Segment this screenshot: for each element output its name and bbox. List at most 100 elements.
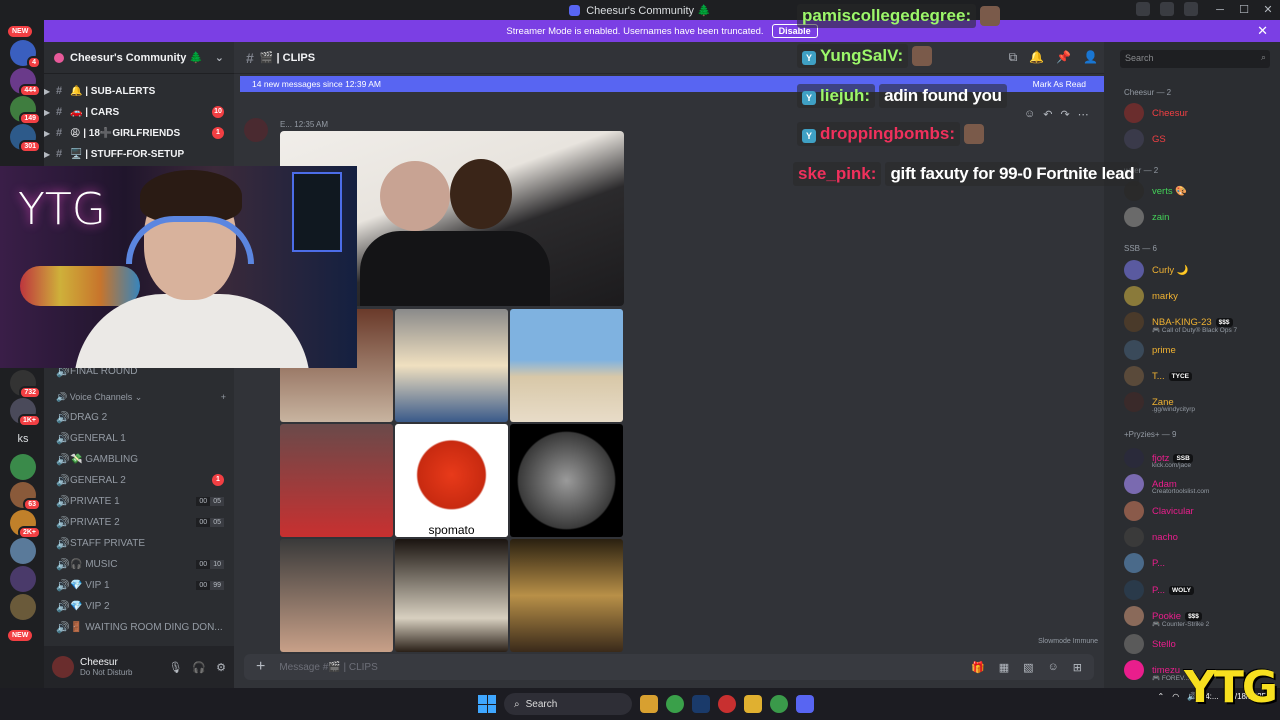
attachment-image[interactable] — [395, 539, 508, 652]
server-icon[interactable]: 149 — [10, 96, 41, 125]
attachment-image[interactable] — [280, 539, 393, 652]
member-item[interactable]: prime — [1124, 339, 1276, 361]
emoji-icon[interactable]: ☺ — [1048, 661, 1059, 674]
server-icon[interactable] — [10, 454, 36, 480]
member-item[interactable]: Curly 🌙 — [1124, 259, 1276, 281]
attachment-image[interactable] — [510, 309, 623, 422]
download-icon[interactable] — [1184, 2, 1198, 16]
voice-channel[interactable]: 🔊 STAFF PRIVATE — [44, 533, 234, 553]
gift-icon[interactable]: 🎁 — [971, 661, 985, 674]
username: Cheesur — [80, 657, 118, 668]
attachment-image[interactable] — [280, 424, 393, 537]
member-item[interactable]: P... WOLY — [1124, 579, 1276, 601]
member-item[interactable]: Pookie $$$ 🎮 Counter-Strike 2 — [1124, 605, 1276, 628]
apps-icon[interactable]: ⊞ — [1073, 661, 1082, 674]
photo-subject — [360, 231, 550, 306]
speaker-icon: 🔊 — [56, 558, 70, 571]
member-item[interactable]: zain — [1124, 206, 1276, 228]
member-item[interactable]: NBA-KING-23 $$$ 🎮 Call of Duty® Black Ops … — [1124, 311, 1276, 334]
member-item[interactable]: T... TYCE — [1124, 365, 1276, 387]
upload-icon[interactable]: + — [256, 658, 265, 676]
channel-item[interactable]: ▶ # 🖥️ | STUFF-FOR-SETUP — [44, 144, 234, 164]
chat-line: pamiscollegedegree: — [797, 4, 1001, 28]
server-icon[interactable]: 732 — [10, 370, 41, 399]
server-icon-ks[interactable]: ks — [10, 426, 36, 452]
app-icon[interactable] — [640, 695, 658, 713]
avatar[interactable] — [52, 656, 74, 678]
voice-channel[interactable]: 🔊 🚪 WAITING ROOM DING DON... — [44, 617, 234, 637]
app-icon[interactable] — [718, 695, 736, 713]
close-window-icon[interactable]: ✕ — [1256, 0, 1280, 20]
member-item[interactable]: Clavicular — [1124, 500, 1276, 522]
voice-channel[interactable]: 🔊 PRIVATE 1 00 05 — [44, 491, 234, 511]
tray-chevron-icon[interactable]: ⌃ — [1158, 692, 1165, 701]
member-item[interactable]: fjotz SSB kick.com/jace — [1124, 447, 1276, 469]
member-item[interactable]: marky — [1124, 285, 1276, 307]
windows-start-icon[interactable] — [478, 695, 496, 713]
voice-channel[interactable]: 🔊 DRAG 2 — [44, 407, 234, 427]
voice-channel-label: 💎 VIP 2 — [70, 600, 110, 612]
occupancy-limit: 05 — [210, 496, 224, 506]
discord-icon[interactable] — [796, 695, 814, 713]
member-name: Curly 🌙 — [1152, 264, 1189, 276]
voice-channel[interactable]: 🔊 💎 VIP 1 00 99 — [44, 575, 234, 595]
sticker-icon[interactable]: ▧ — [1023, 661, 1033, 674]
server-header[interactable]: Cheesur's Community 🌲 ⌄ — [44, 42, 234, 74]
member-item[interactable]: Stello — [1124, 633, 1276, 655]
attachment-image[interactable] — [395, 309, 508, 422]
attachment-image[interactable] — [510, 539, 623, 652]
channel-item[interactable]: ▶ # 🚗 | CARS 10 — [44, 102, 234, 122]
gif-icon[interactable]: ▦ — [999, 661, 1009, 674]
avatar[interactable] — [244, 118, 268, 142]
member-name: P... — [1152, 557, 1166, 569]
server-icon[interactable]: 1K+ — [10, 398, 41, 427]
gear-icon[interactable]: ⚙ — [216, 661, 226, 674]
add-channel-icon[interactable]: + — [221, 392, 226, 402]
voice-channel[interactable]: 🔊 PRIVATE 2 00 05 — [44, 512, 234, 532]
avatar — [1124, 207, 1144, 227]
member-item[interactable]: Adam Creatortoolslist.com — [1124, 473, 1276, 495]
attachment-image[interactable] — [510, 424, 623, 537]
voice-channel[interactable]: 🔊 GENERAL 2 1 — [44, 470, 234, 490]
voice-channel[interactable]: 🔊 🎧 MUSIC 00 10 — [44, 554, 234, 574]
channel-item[interactable]: ▶ # 🔔 | SUB-ALERTS — [44, 81, 234, 101]
chevron-down-icon: ⌄ — [214, 52, 224, 64]
chat-username: Y YungSalV: — [797, 44, 909, 68]
message-input[interactable]: + Message #🎬 | CLIPS 🎁 ▦ ▧ ☺ ⊞ — [244, 654, 1094, 680]
chrome-icon[interactable] — [666, 695, 684, 713]
server-icon[interactable]: 2K+ — [10, 510, 41, 539]
server-icon[interactable]: 301 — [10, 124, 41, 153]
voice-channel[interactable]: 🔊 💸 GAMBLING — [44, 449, 234, 469]
message-author[interactable]: E... — [280, 120, 292, 129]
microphone-icon[interactable]: 🎙 — [168, 661, 182, 674]
server-icon[interactable] — [10, 538, 36, 564]
channel-label: 🖥️ | STUFF-FOR-SETUP — [70, 148, 185, 160]
voice-channel[interactable]: 🔊 GENERAL 1 — [44, 428, 234, 448]
server-icon[interactable]: 4 — [10, 40, 41, 69]
headphones-icon[interactable]: 🎧 — [192, 661, 206, 674]
chrome-icon[interactable] — [770, 695, 788, 713]
member-item[interactable]: nacho — [1124, 526, 1276, 548]
speaker-icon: 🔊 — [56, 411, 70, 424]
server-icon[interactable]: 63 — [10, 482, 41, 511]
unread-badge: 10 — [212, 106, 224, 118]
taskbar-search[interactable]: ⌕ Search — [504, 693, 632, 715]
server-icon[interactable] — [10, 594, 36, 620]
wifi-icon[interactable]: ◠ — [1172, 692, 1179, 701]
speaker-icon: 🔊 — [56, 392, 70, 402]
voice-channels-header[interactable]: 🔊 Voice Channels ⌄ + — [56, 392, 226, 403]
minimize-icon[interactable]: ─ — [1208, 0, 1232, 20]
member-item[interactable]: P... — [1124, 552, 1276, 574]
steam-icon[interactable] — [692, 695, 710, 713]
attachment-image[interactable]: spomato — [395, 424, 508, 537]
channel-label: 😩 | 18➕GIRLFRIENDS — [70, 127, 181, 139]
member-name: marky — [1152, 290, 1178, 302]
maximize-icon[interactable]: ☐ — [1232, 0, 1256, 20]
server-icon[interactable] — [10, 566, 36, 592]
voice-channel[interactable]: 🔊 💎 VIP 2 — [44, 596, 234, 616]
channel-item[interactable]: ▶ # 😩 | 18➕GIRLFRIENDS 1 — [44, 123, 234, 143]
server-icon[interactable]: 444 — [10, 68, 41, 97]
file-explorer-icon[interactable] — [744, 695, 762, 713]
close-icon[interactable]: ✕ — [1257, 23, 1268, 39]
member-item[interactable]: Zane .gg/windycityrp — [1124, 391, 1276, 413]
